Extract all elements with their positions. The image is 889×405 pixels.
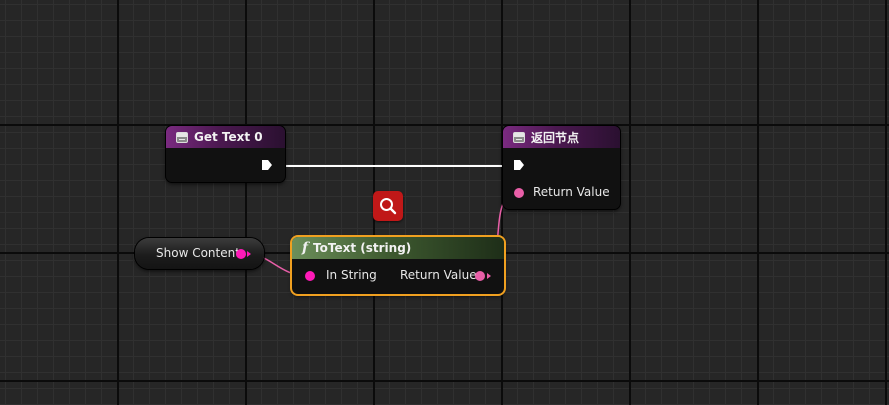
exec-out-pin[interactable] <box>261 159 273 171</box>
blueprint-graph-canvas[interactable]: Get Text 0 返回节点 Return Value Show Conten… <box>0 0 889 405</box>
return-node-header[interactable]: 返回节点 <box>503 126 620 148</box>
show-content-out-pin[interactable] <box>236 249 246 259</box>
in-string-label: In String <box>326 268 377 282</box>
totext-return-value-arrow <box>487 273 491 279</box>
show-content-label: Show Content <box>156 246 240 260</box>
function-icon: f <box>302 240 309 256</box>
show-content-variable-node[interactable]: Show Content <box>135 238 264 269</box>
totext-node-title: ToText (string) <box>313 241 412 255</box>
event-node-icon <box>513 131 525 143</box>
return-node[interactable]: 返回节点 Return Value <box>503 126 620 209</box>
return-node-title: 返回节点 <box>531 130 580 145</box>
magnifier-search-icon <box>380 198 397 215</box>
search-button[interactable] <box>373 191 403 221</box>
exec-in-pin[interactable] <box>513 159 525 171</box>
totext-return-value-pin[interactable] <box>475 271 485 281</box>
return-value-label: Return Value <box>533 185 610 199</box>
return-value-in-pin[interactable] <box>514 188 524 198</box>
totext-return-value-label: Return Value <box>400 268 477 282</box>
event-node-icon <box>176 131 188 143</box>
wire-layer <box>247 165 517 277</box>
get-text-node[interactable]: Get Text 0 <box>166 126 285 182</box>
in-string-pin[interactable] <box>305 271 315 281</box>
totext-node-header[interactable]: f ToText (string) <box>292 237 504 259</box>
get-text-node-header[interactable]: Get Text 0 <box>166 126 285 148</box>
totext-string-node[interactable]: f ToText (string) In String Return Value <box>292 237 504 294</box>
get-text-node-title: Get Text 0 <box>194 130 263 144</box>
show-content-out-arrow <box>247 251 251 257</box>
